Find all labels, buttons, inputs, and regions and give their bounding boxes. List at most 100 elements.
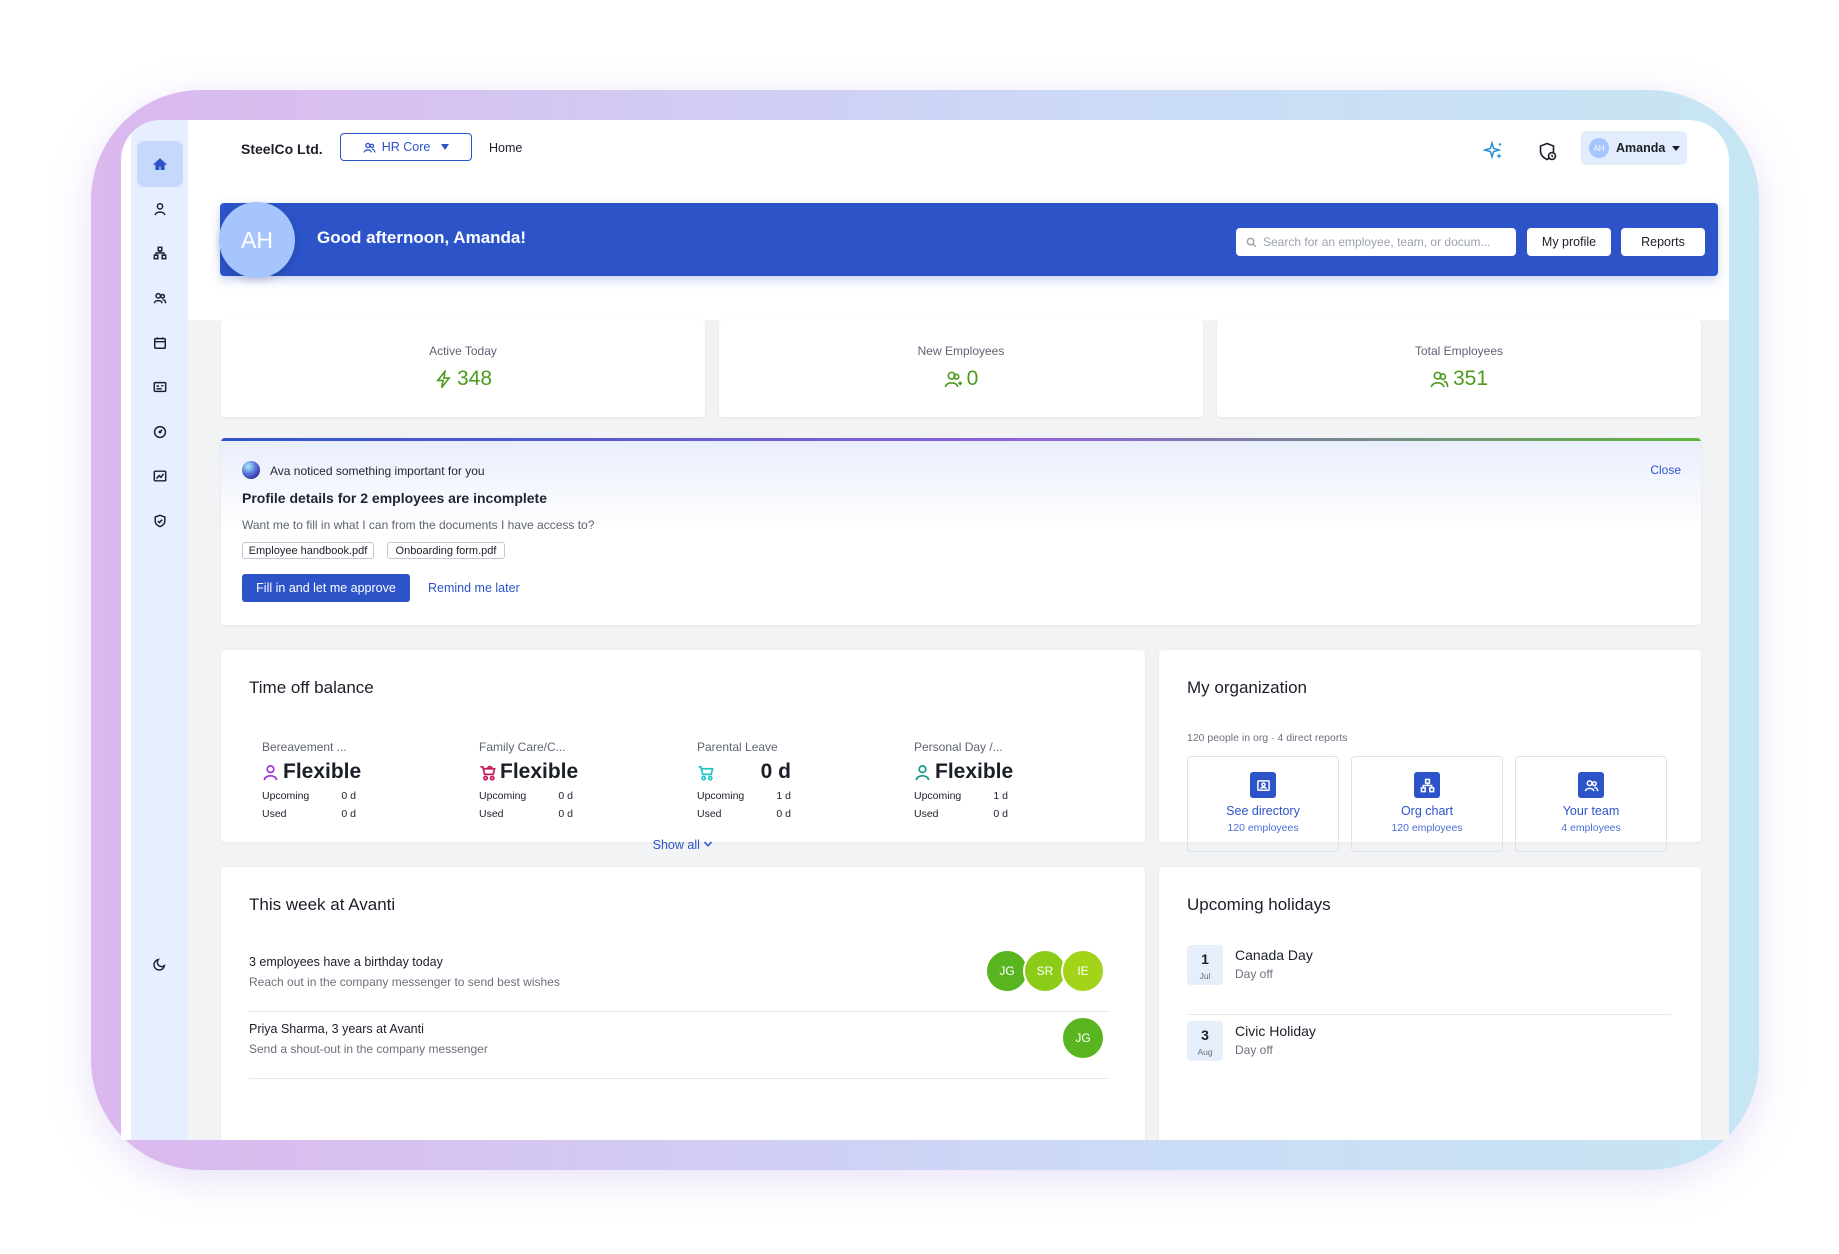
- ai-sparkle-icon[interactable]: [1483, 140, 1505, 162]
- sidebar: [131, 120, 188, 1140]
- app-screen: SteelCo Ltd. HR Core Home AH Amanda AH G…: [121, 120, 1729, 1140]
- stat-card-active-today[interactable]: Active Today 348: [221, 320, 705, 417]
- shield-check-icon: [154, 514, 166, 528]
- card-title: Time off balance: [249, 678, 374, 697]
- used-label: Used: [479, 808, 504, 820]
- time-off-card: Time off balance Bereavement ... Flexibl…: [221, 650, 1145, 852]
- company-name: SteelCo Ltd.: [241, 141, 323, 157]
- moon-icon: [153, 958, 166, 971]
- caret-down-icon: [441, 144, 450, 150]
- balance-bereavement[interactable]: Bereavement ... Flexible Upcoming 0 d Use…: [262, 740, 422, 820]
- show-all-label: Show all: [652, 838, 700, 852]
- your-team-tile[interactable]: Your team 4 employees: [1515, 756, 1667, 852]
- avatar[interactable]: IE: [1061, 949, 1105, 993]
- avatar[interactable]: JG: [1061, 1016, 1105, 1060]
- upcoming-label: Upcoming: [262, 790, 310, 802]
- my-profile-button[interactable]: My profile: [1527, 228, 1611, 256]
- sidebar-item-performance[interactable]: [137, 409, 183, 455]
- upcoming-value: 1 d: [993, 790, 1008, 802]
- breadcrumb-home[interactable]: Home: [489, 141, 522, 155]
- show-all-link[interactable]: Show all: [221, 838, 1145, 852]
- holiday-item[interactable]: 1 Jul Canada Day Day off: [1187, 945, 1671, 1015]
- id-card-icon: [153, 381, 167, 393]
- date-day: 3: [1201, 1027, 1209, 1043]
- upcoming-label: Upcoming: [479, 790, 527, 802]
- balance-type: Parental Leave: [697, 740, 778, 754]
- reports-button[interactable]: Reports: [1621, 228, 1705, 256]
- sidebar-item-people[interactable]: [137, 186, 183, 232]
- theme-toggle[interactable]: [137, 941, 183, 987]
- fill-approve-button[interactable]: Fill in and let me approve: [242, 574, 410, 602]
- item-subtitle: Send a shout-out in the company messenge…: [249, 1042, 488, 1056]
- sidebar-item-compliance[interactable]: [137, 498, 183, 544]
- close-link[interactable]: Close: [1650, 463, 1681, 477]
- team-icon: [1584, 779, 1598, 791]
- list-item[interactable]: 3 employees have a birthday today Reach …: [249, 945, 1109, 1012]
- item-title: 3 employees have a birthday today: [249, 955, 443, 969]
- date-badge: 3 Aug: [1187, 1021, 1223, 1061]
- card-title: Upcoming holidays: [1187, 895, 1331, 914]
- stat-label: New Employees: [917, 344, 1005, 358]
- stat-value: 0: [966, 367, 979, 390]
- balance-value: Flexible: [500, 760, 579, 783]
- person-icon: [263, 764, 278, 780]
- list-item[interactable]: Priya Sharma, 3 years at Avanti Send a s…: [249, 1012, 1109, 1079]
- directory-icon: [1256, 779, 1270, 791]
- org-chart-tile[interactable]: Org chart 120 employees: [1351, 756, 1503, 852]
- used-value: 0 d: [341, 808, 356, 820]
- top-bar: SteelCo Ltd. HR Core Home AH Amanda: [121, 120, 1729, 188]
- holiday-name: Civic Holiday: [1235, 1023, 1316, 1039]
- tile-sub: 4 employees: [1561, 822, 1621, 834]
- search-input[interactable]: Search for an employee, team, or docum..…: [1236, 228, 1516, 256]
- upcoming-label: Upcoming: [697, 790, 745, 802]
- sidebar-item-payroll[interactable]: [137, 364, 183, 410]
- stat-card-new-employees[interactable]: New Employees 0: [719, 320, 1203, 417]
- balance-type: Family Care/C...: [479, 740, 566, 754]
- person-icon: [915, 764, 930, 780]
- see-directory-tile[interactable]: See directory 120 employees: [1187, 756, 1339, 852]
- sidebar-item-analytics[interactable]: [137, 453, 183, 499]
- balance-type: Personal Day /...: [914, 740, 1003, 754]
- used-label: Used: [697, 808, 722, 820]
- sidebar-item-team[interactable]: [137, 275, 183, 321]
- document-chip[interactable]: Employee handbook.pdf: [242, 542, 374, 559]
- org-chart-icon: [153, 246, 167, 260]
- holiday-item[interactable]: 3 Aug Civic Holiday Day off: [1187, 1021, 1671, 1091]
- balance-family-care[interactable]: Family Care/C... Flexible Upcoming 0 d Us…: [479, 740, 639, 820]
- avatar: AH: [1589, 138, 1609, 158]
- this-week-card: This week at Avanti 3 employees have a b…: [221, 867, 1145, 1140]
- balance-value: Flexible: [935, 760, 1014, 783]
- org-summary: 120 people in org · 4 direct reports: [1187, 732, 1348, 744]
- date-badge: 1 Jul: [1187, 945, 1223, 985]
- sidebar-item-org[interactable]: [137, 230, 183, 276]
- stat-value: 351: [1452, 367, 1489, 390]
- holiday-type: Day off: [1235, 967, 1273, 981]
- remind-later-link[interactable]: Remind me later: [428, 581, 520, 595]
- dashboard-content: Active Today 348 New Employees 0 Total E…: [188, 320, 1729, 1140]
- chevron-down-icon: [704, 841, 713, 847]
- search-icon: [1246, 237, 1257, 247]
- module-selector[interactable]: HR Core: [340, 133, 472, 161]
- used-value: 0 d: [776, 808, 791, 820]
- tile-sub: 120 employees: [1227, 822, 1299, 834]
- stat-label: Total Employees: [1414, 344, 1504, 358]
- document-chip[interactable]: Onboarding form.pdf: [387, 542, 505, 559]
- upcoming-value: 0 d: [558, 790, 573, 802]
- my-organization-card: My organization 120 people in org · 4 di…: [1159, 650, 1701, 852]
- stat-card-total-employees[interactable]: Total Employees 351: [1217, 320, 1701, 417]
- used-label: Used: [914, 808, 939, 820]
- item-subtitle: Reach out in the company messenger to se…: [249, 975, 560, 989]
- balance-parental-leave[interactable]: Parental Leave 0 d Upcoming 1 d Used 0 d: [697, 740, 857, 820]
- upcoming-label: Upcoming: [914, 790, 962, 802]
- tile-name: Org chart: [1400, 804, 1454, 818]
- security-icon[interactable]: [1537, 141, 1559, 163]
- balance-type: Bereavement ...: [262, 740, 347, 754]
- item-title: Priya Sharma, 3 years at Avanti: [249, 1022, 424, 1036]
- balance-personal-day[interactable]: Personal Day /... Flexible Upcoming 1 d U…: [914, 740, 1074, 820]
- tile-name: Your team: [1562, 804, 1620, 818]
- user-add-icon: [944, 371, 962, 387]
- used-label: Used: [262, 808, 287, 820]
- calendar-icon: [154, 337, 166, 349]
- user-menu-button[interactable]: AH Amanda: [1581, 131, 1687, 165]
- sidebar-item-calendar[interactable]: [137, 320, 183, 366]
